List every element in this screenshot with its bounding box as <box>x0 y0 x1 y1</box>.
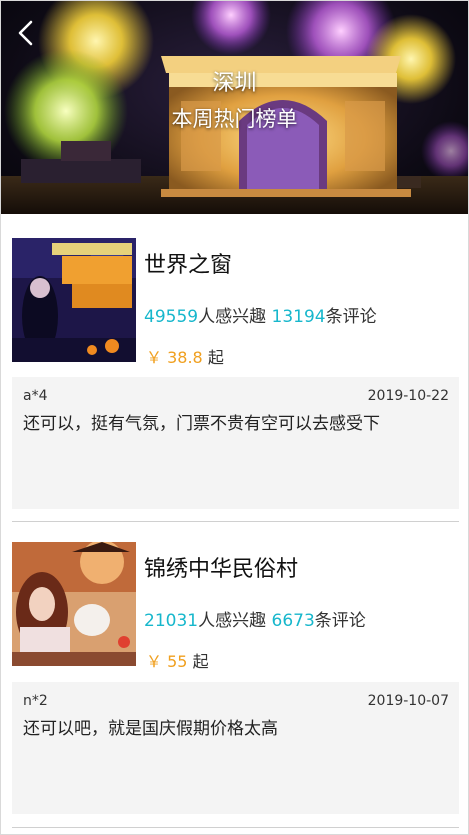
interest-label: 人感兴趣 <box>198 307 267 327</box>
comment-count: 13194 <box>271 307 326 327</box>
attraction-price: ￥ 38.8 起 <box>146 344 224 368</box>
attraction-stats: 49559人感兴趣 13194条评论 <box>144 302 377 327</box>
chevron-left-icon <box>18 20 33 46</box>
price-suffix: 起 <box>207 348 224 367</box>
price-amount: 55 <box>167 652 188 671</box>
divider <box>12 827 459 828</box>
halloween-poster-image <box>12 238 136 362</box>
attraction-price: ￥ 55 起 <box>146 648 209 672</box>
price-suffix: 起 <box>192 652 209 671</box>
currency-symbol: ￥ <box>146 652 163 671</box>
attraction-name[interactable]: 世界之窗 <box>144 247 232 279</box>
review-date: 2019-10-22 <box>367 388 449 404</box>
folk-village-image <box>12 542 136 666</box>
hero-banner: 深圳 本周热门榜单 <box>1 1 468 214</box>
price-amount: 38.8 <box>167 348 203 367</box>
city-title: 深圳 <box>212 71 257 96</box>
attraction-name[interactable]: 锦绣中华民俗村 <box>144 551 298 583</box>
reviewer-name: n*2 <box>23 693 48 709</box>
comment-label: 条评论 <box>325 307 377 327</box>
page: 深圳 本周热门榜单 世界之窗 49559人感兴趣 13194条评论 ￥ 38.8… <box>0 0 469 835</box>
review-text: 还可以，挺有气氛，门票不贵有空可以去感受下 <box>23 414 380 434</box>
comment-label: 条评论 <box>314 611 366 631</box>
interest-label: 人感兴趣 <box>198 611 267 631</box>
review-text: 还可以吧，就是国庆假期价格太高 <box>23 719 278 739</box>
currency-symbol: ￥ <box>146 348 163 367</box>
review-box: n*2 2019-10-07 还可以吧，就是国庆假期价格太高 <box>12 682 459 814</box>
review-date: 2019-10-07 <box>367 693 449 709</box>
comment-count: 6673 <box>271 611 315 631</box>
interest-count: 21031 <box>144 611 199 631</box>
reviewer-name: a*4 <box>23 388 48 404</box>
attraction-stats: 21031人感兴趣 6673条评论 <box>144 606 366 631</box>
divider <box>12 521 459 522</box>
attraction-thumbnail[interactable] <box>12 542 136 666</box>
interest-count: 49559 <box>144 307 199 327</box>
page-subtitle: 本周热门榜单 <box>171 107 298 131</box>
review-box: a*4 2019-10-22 还可以，挺有气氛，门票不贵有空可以去感受下 <box>12 377 459 509</box>
attraction-thumbnail[interactable] <box>12 238 136 362</box>
back-button[interactable] <box>11 15 41 49</box>
